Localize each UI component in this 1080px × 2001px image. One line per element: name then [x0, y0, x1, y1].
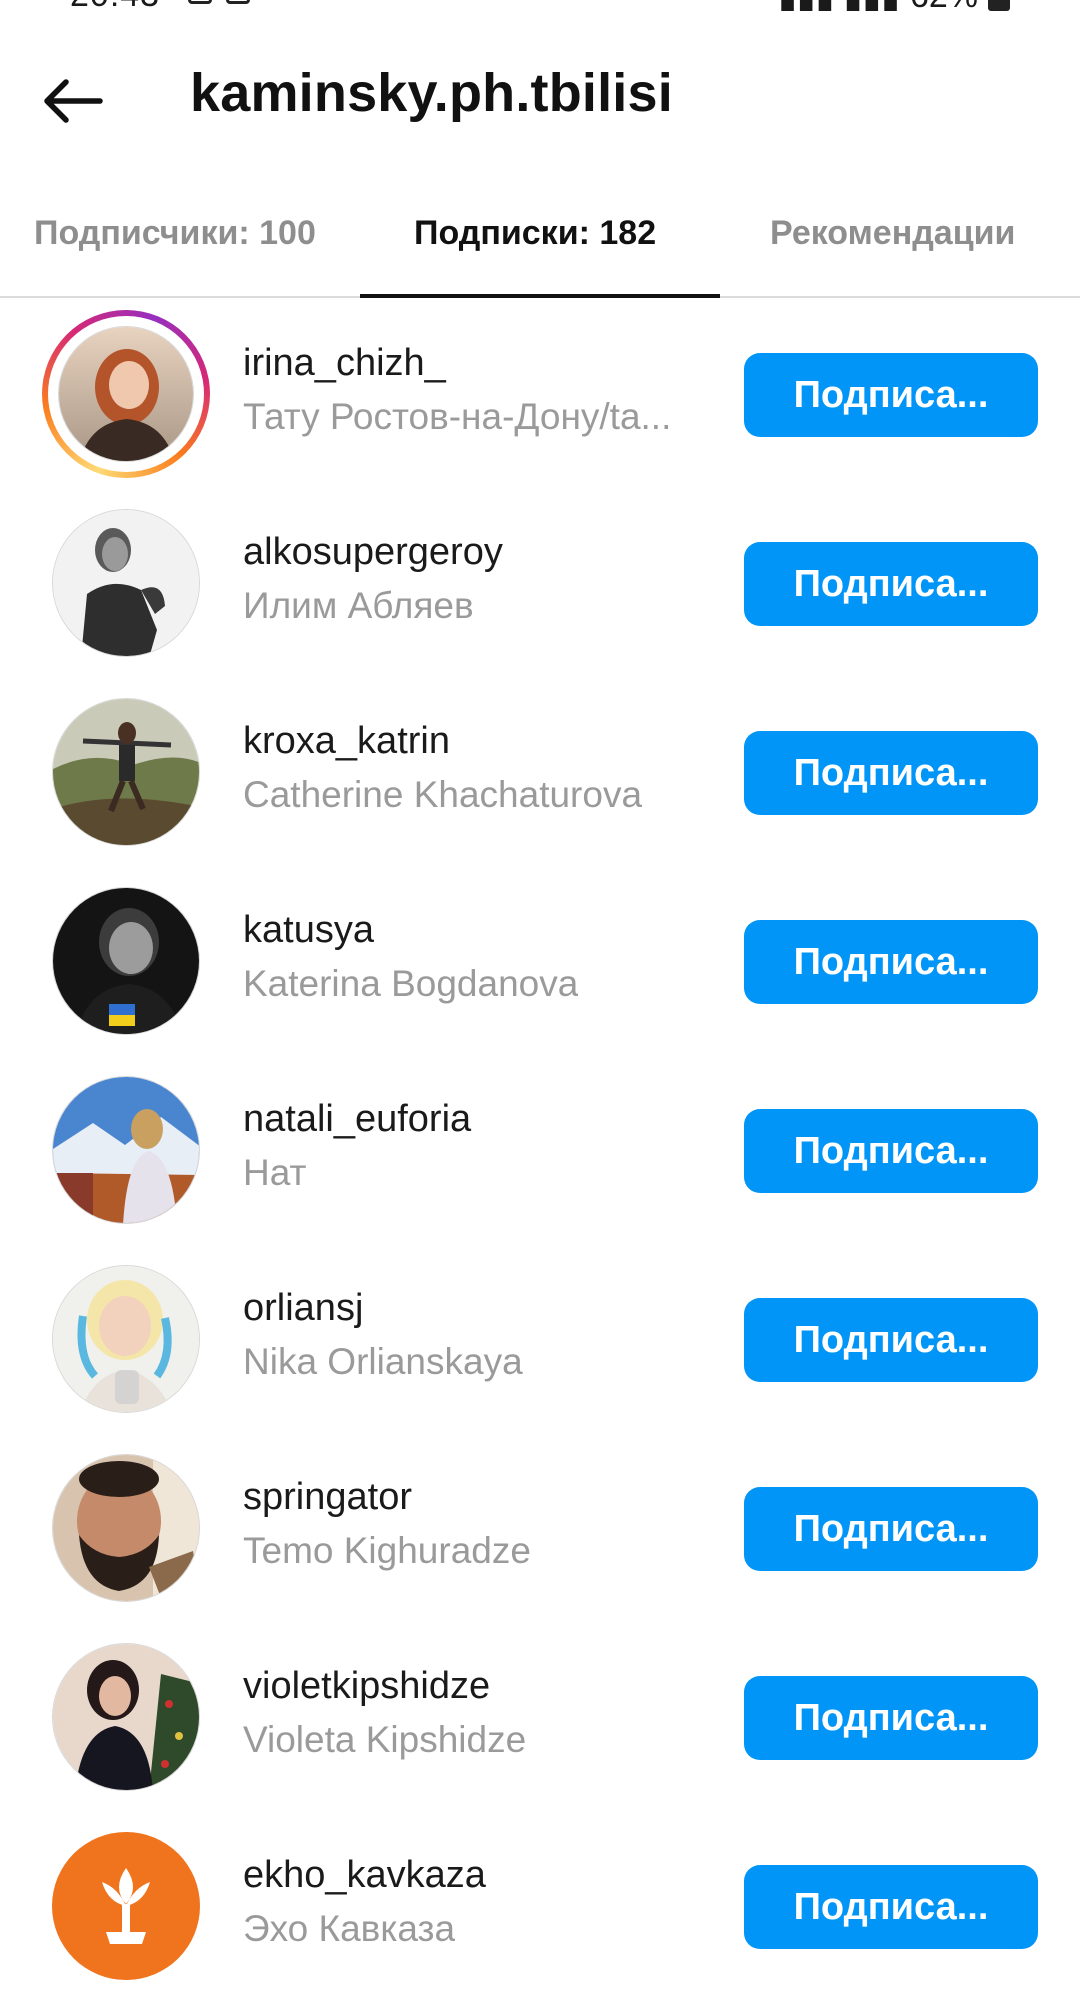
status-time: 20:43: [70, 0, 160, 15]
list-item[interactable]: violetkipshidze Violeta Kipshidze Подпис…: [0, 1623, 1080, 1812]
tab-following[interactable]: Подписки: 182: [414, 214, 656, 253]
header: kaminsky.ph.tbilisi: [0, 52, 1080, 142]
following-button[interactable]: Подписа...: [744, 920, 1038, 1004]
username[interactable]: katusya: [243, 909, 374, 952]
following-button[interactable]: Подписа...: [744, 1865, 1038, 1949]
list-item[interactable]: orliansj Nika Orlianskaya Подписа...: [0, 1245, 1080, 1434]
following-button[interactable]: Подписа...: [744, 1676, 1038, 1760]
full-name: Илим Абляев: [243, 585, 474, 626]
avatar[interactable]: [52, 887, 200, 1035]
status-right: ▮▮▮ ▮▮▮ 62%: [778, 0, 1010, 16]
list-item[interactable]: katusya Katerina Bogdanova Подписа...: [0, 867, 1080, 1056]
list-item[interactable]: ekho_kavkaza Эхо Кавказа Подписа...: [0, 1812, 1080, 2001]
full-name: Эхо Кавказа: [243, 1908, 456, 1949]
arrow-left-icon: [44, 79, 103, 123]
following-button[interactable]: Подписа...: [744, 1109, 1038, 1193]
notification-icon: [188, 0, 212, 4]
following-button[interactable]: Подписа...: [744, 1487, 1038, 1571]
back-button[interactable]: [38, 66, 108, 136]
username[interactable]: alkosupergeroy: [243, 531, 503, 574]
notification-icons: [188, 0, 250, 4]
username[interactable]: violetkipshidze: [243, 1665, 490, 1708]
list-item[interactable]: natali_euforia Нат Подписа...: [0, 1056, 1080, 1245]
avatar[interactable]: [52, 1265, 200, 1413]
full-name: Temo Kighuradze: [243, 1530, 531, 1571]
username[interactable]: orliansj: [243, 1287, 363, 1330]
full-name: Catherine Khachaturova: [243, 774, 643, 815]
tab-suggested[interactable]: Рекомендации: [770, 214, 1015, 253]
username[interactable]: springator: [243, 1476, 412, 1519]
full-name: Nika Orlianskaya: [243, 1341, 523, 1382]
tab-followers[interactable]: Подписчики: 100: [34, 214, 316, 253]
following-button[interactable]: Подписа...: [744, 1298, 1038, 1382]
full-name: Нат: [243, 1152, 307, 1193]
avatar[interactable]: [52, 1643, 200, 1791]
avatar[interactable]: [58, 326, 194, 462]
avatar[interactable]: [52, 1076, 200, 1224]
battery-level: 62%: [910, 0, 978, 16]
list-item[interactable]: irina_chizh_ Тату Ростов-на-Дону/ta... П…: [0, 300, 1080, 489]
full-name: Тату Ростов-на-Дону/ta...: [243, 396, 672, 437]
tab-bar: Подписчики: 100 Подписки: 182 Рекомендац…: [0, 190, 1080, 298]
signal-icon: ▮▮▮ ▮▮▮: [778, 0, 900, 16]
username[interactable]: irina_chizh_: [243, 342, 446, 385]
username[interactable]: natali_euforia: [243, 1098, 471, 1141]
following-button[interactable]: Подписа...: [744, 542, 1038, 626]
instagram-icon: [226, 0, 250, 4]
list-item[interactable]: kroxa_katrin Catherine Khachaturova Подп…: [0, 678, 1080, 867]
list-item[interactable]: alkosupergeroy Илим Абляев Подписа...: [0, 489, 1080, 678]
page-title: kaminsky.ph.tbilisi: [190, 63, 673, 123]
avatar[interactable]: [52, 1454, 200, 1602]
username[interactable]: kroxa_katrin: [243, 720, 450, 763]
full-name: Katerina Bogdanova: [243, 963, 579, 1004]
battery-icon: [988, 0, 1010, 11]
avatar[interactable]: [52, 1832, 200, 1980]
username[interactable]: ekho_kavkaza: [243, 1854, 486, 1897]
active-tab-indicator: [360, 294, 720, 298]
avatar[interactable]: [52, 509, 200, 657]
following-button[interactable]: Подписа...: [744, 731, 1038, 815]
status-bar: 20:43 ▮▮▮ ▮▮▮ 62%: [0, 0, 1080, 16]
full-name: Violeta Kipshidze: [243, 1719, 527, 1760]
following-button[interactable]: Подписа...: [744, 353, 1038, 437]
list-item[interactable]: springator Temo Kighuradze Подписа...: [0, 1434, 1080, 1623]
avatar[interactable]: [52, 698, 200, 846]
